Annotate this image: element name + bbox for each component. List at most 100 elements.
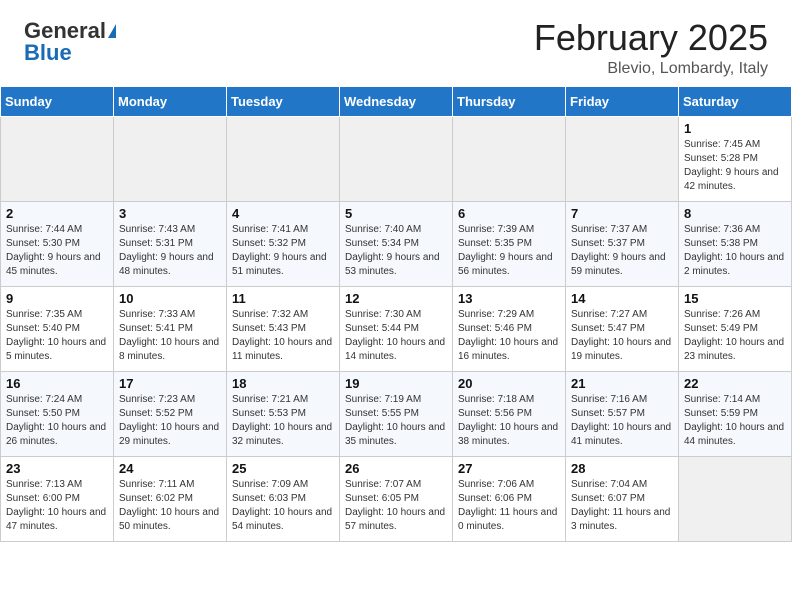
calendar-week-1: 2 Sunrise: 7:44 AM Sunset: 5:30 PM Daylig… [1,201,792,286]
day-number: 13 [458,291,560,306]
day-info: Sunrise: 7:06 AM Sunset: 6:06 PM Dayligh… [458,478,560,534]
calendar-cell: 18 Sunrise: 7:21 AM Sunset: 5:53 PM Dayli… [227,371,340,456]
weekday-header-saturday: Saturday [679,86,792,116]
day-info: Sunrise: 7:11 AM Sunset: 6:02 PM Dayligh… [119,478,221,534]
day-info: Sunrise: 7:27 AM Sunset: 5:47 PM Dayligh… [571,308,673,364]
day-number: 12 [345,291,447,306]
calendar-cell: 28 Sunrise: 7:04 AM Sunset: 6:07 PM Dayli… [566,456,679,541]
calendar-cell: 11 Sunrise: 7:32 AM Sunset: 5:43 PM Dayli… [227,286,340,371]
day-info: Sunrise: 7:43 AM Sunset: 5:31 PM Dayligh… [119,223,221,279]
day-number: 10 [119,291,221,306]
weekday-header-wednesday: Wednesday [340,86,453,116]
day-info: Sunrise: 7:26 AM Sunset: 5:49 PM Dayligh… [684,308,786,364]
calendar-week-4: 23 Sunrise: 7:13 AM Sunset: 6:00 PM Dayli… [1,456,792,541]
calendar-cell: 5 Sunrise: 7:40 AM Sunset: 5:34 PM Daylig… [340,201,453,286]
calendar-cell: 24Sunrise: 7:11 AM Sunset: 6:02 PM Dayli… [114,456,227,541]
day-number: 18 [232,376,334,391]
day-info: Sunrise: 7:07 AM Sunset: 6:05 PM Dayligh… [345,478,447,534]
day-info: Sunrise: 7:24 AM Sunset: 5:50 PM Dayligh… [6,393,108,449]
calendar-week-3: 16Sunrise: 7:24 AM Sunset: 5:50 PM Dayli… [1,371,792,456]
day-number: 11 [232,291,334,306]
day-number: 1 [684,121,786,136]
day-info: Sunrise: 7:21 AM Sunset: 5:53 PM Dayligh… [232,393,334,449]
day-number: 7 [571,206,673,221]
calendar-cell: 8 Sunrise: 7:36 AM Sunset: 5:38 PM Daylig… [679,201,792,286]
day-info: Sunrise: 7:04 AM Sunset: 6:07 PM Dayligh… [571,478,673,534]
calendar-cell: 25Sunrise: 7:09 AM Sunset: 6:03 PM Dayli… [227,456,340,541]
calendar-cell: 6Sunrise: 7:39 AM Sunset: 5:35 PM Daylig… [453,201,566,286]
day-info: Sunrise: 7:23 AM Sunset: 5:52 PM Dayligh… [119,393,221,449]
logo: General Blue [24,18,116,66]
calendar-cell [114,116,227,201]
title-block: February 2025 Blevio, Lombardy, Italy [534,18,768,78]
day-info: Sunrise: 7:37 AM Sunset: 5:37 PM Dayligh… [571,223,673,279]
day-info: Sunrise: 7:19 AM Sunset: 5:55 PM Dayligh… [345,393,447,449]
calendar-cell [227,116,340,201]
calendar-cell [340,116,453,201]
day-info: Sunrise: 7:41 AM Sunset: 5:32 PM Dayligh… [232,223,334,279]
page: General Blue February 2025 Blevio, Lomba… [0,0,792,612]
calendar-cell: 9 Sunrise: 7:35 AM Sunset: 5:40 PM Daylig… [1,286,114,371]
day-info: Sunrise: 7:33 AM Sunset: 5:41 PM Dayligh… [119,308,221,364]
day-number: 19 [345,376,447,391]
day-info: Sunrise: 7:30 AM Sunset: 5:44 PM Dayligh… [345,308,447,364]
day-info: Sunrise: 7:16 AM Sunset: 5:57 PM Dayligh… [571,393,673,449]
day-number: 27 [458,461,560,476]
day-number: 15 [684,291,786,306]
day-number: 22 [684,376,786,391]
calendar-table: SundayMondayTuesdayWednesdayThursdayFrid… [0,86,792,542]
calendar-cell: 12 Sunrise: 7:30 AM Sunset: 5:44 PM Dayli… [340,286,453,371]
calendar-cell [453,116,566,201]
day-number: 9 [6,291,108,306]
weekday-header-thursday: Thursday [453,86,566,116]
calendar-cell: 1 Sunrise: 7:45 AM Sunset: 5:28 PM Daylig… [679,116,792,201]
calendar-cell: 14 Sunrise: 7:27 AM Sunset: 5:47 PM Dayli… [566,286,679,371]
day-number: 4 [232,206,334,221]
calendar-cell [679,456,792,541]
day-number: 23 [6,461,108,476]
month-title: February 2025 [534,18,768,58]
calendar-week-2: 9 Sunrise: 7:35 AM Sunset: 5:40 PM Daylig… [1,286,792,371]
calendar-cell: 21Sunrise: 7:16 AM Sunset: 5:57 PM Dayli… [566,371,679,456]
weekday-header-friday: Friday [566,86,679,116]
calendar-cell: 20Sunrise: 7:18 AM Sunset: 5:56 PM Dayli… [453,371,566,456]
calendar-cell: 7 Sunrise: 7:37 AM Sunset: 5:37 PM Daylig… [566,201,679,286]
day-number: 17 [119,376,221,391]
day-info: Sunrise: 7:35 AM Sunset: 5:40 PM Dayligh… [6,308,108,364]
calendar-cell: 13 Sunrise: 7:29 AM Sunset: 5:46 PM Dayli… [453,286,566,371]
day-number: 5 [345,206,447,221]
day-info: Sunrise: 7:13 AM Sunset: 6:00 PM Dayligh… [6,478,108,534]
day-info: Sunrise: 7:36 AM Sunset: 5:38 PM Dayligh… [684,223,786,279]
day-info: Sunrise: 7:14 AM Sunset: 5:59 PM Dayligh… [684,393,786,449]
day-number: 3 [119,206,221,221]
day-number: 8 [684,206,786,221]
calendar-cell: 22 Sunrise: 7:14 AM Sunset: 5:59 PM Dayli… [679,371,792,456]
weekday-header-sunday: Sunday [1,86,114,116]
day-number: 28 [571,461,673,476]
location-title: Blevio, Lombardy, Italy [534,60,768,78]
calendar-cell: 2 Sunrise: 7:44 AM Sunset: 5:30 PM Daylig… [1,201,114,286]
calendar-cell: 10 Sunrise: 7:33 AM Sunset: 5:41 PM Dayli… [114,286,227,371]
calendar-cell: 17 Sunrise: 7:23 AM Sunset: 5:52 PM Dayli… [114,371,227,456]
day-number: 26 [345,461,447,476]
calendar-cell: 4 Sunrise: 7:41 AM Sunset: 5:32 PM Daylig… [227,201,340,286]
day-info: Sunrise: 7:18 AM Sunset: 5:56 PM Dayligh… [458,393,560,449]
day-info: Sunrise: 7:44 AM Sunset: 5:30 PM Dayligh… [6,223,108,279]
calendar-cell [1,116,114,201]
day-number: 14 [571,291,673,306]
day-info: Sunrise: 7:39 AM Sunset: 5:35 PM Dayligh… [458,223,560,279]
day-number: 2 [6,206,108,221]
day-info: Sunrise: 7:32 AM Sunset: 5:43 PM Dayligh… [232,308,334,364]
weekday-header-row: SundayMondayTuesdayWednesdayThursdayFrid… [1,86,792,116]
calendar-cell: 3 Sunrise: 7:43 AM Sunset: 5:31 PM Daylig… [114,201,227,286]
calendar-cell: 23 Sunrise: 7:13 AM Sunset: 6:00 PM Dayli… [1,456,114,541]
day-info: Sunrise: 7:29 AM Sunset: 5:46 PM Dayligh… [458,308,560,364]
calendar-cell: 16Sunrise: 7:24 AM Sunset: 5:50 PM Dayli… [1,371,114,456]
day-info: Sunrise: 7:40 AM Sunset: 5:34 PM Dayligh… [345,223,447,279]
calendar-cell: 19 Sunrise: 7:19 AM Sunset: 5:55 PM Dayli… [340,371,453,456]
calendar-week-0: 1 Sunrise: 7:45 AM Sunset: 5:28 PM Daylig… [1,116,792,201]
day-info: Sunrise: 7:45 AM Sunset: 5:28 PM Dayligh… [684,138,786,194]
logo-blue-text: Blue [24,40,72,66]
weekday-header-monday: Monday [114,86,227,116]
header: General Blue February 2025 Blevio, Lomba… [0,0,792,86]
